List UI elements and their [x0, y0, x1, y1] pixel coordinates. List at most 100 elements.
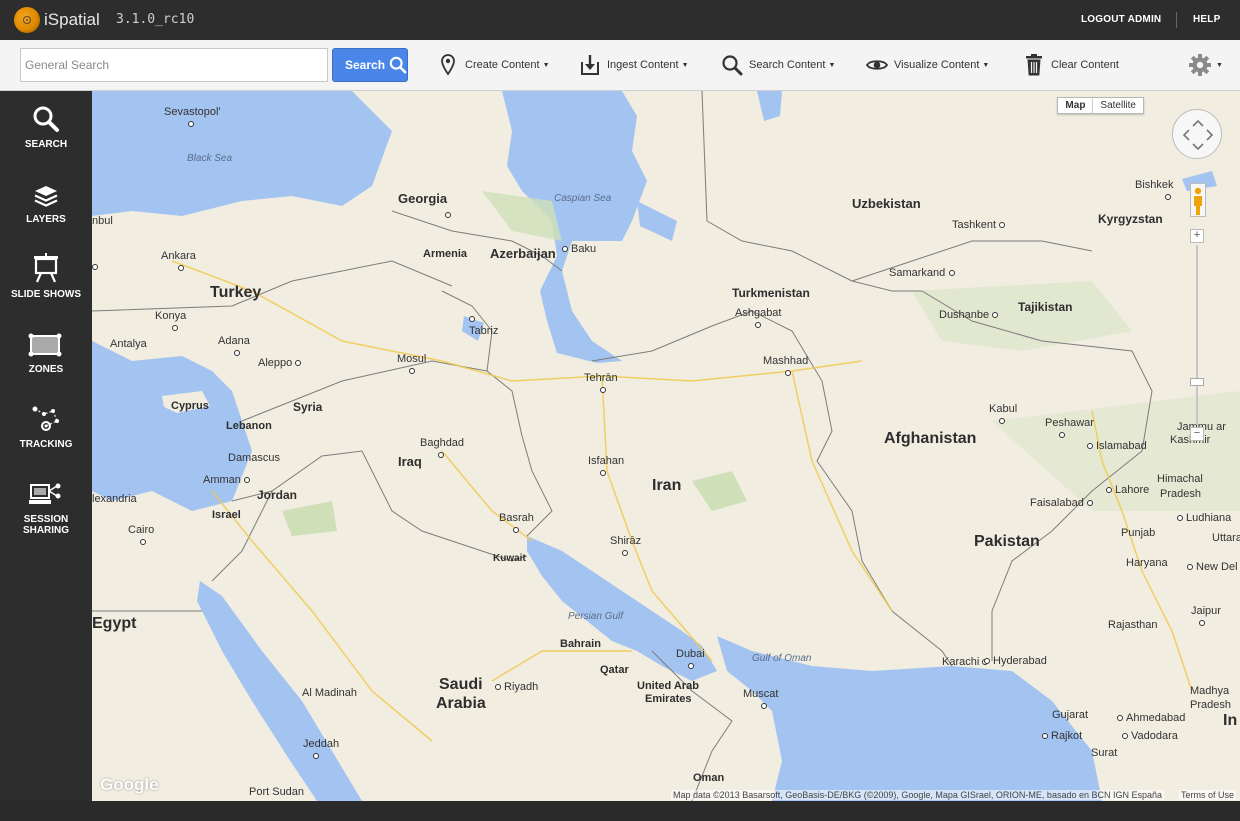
- easel-icon: [0, 253, 92, 283]
- map-label-water: Caspian Sea: [554, 193, 612, 204]
- map-label-city: Tabriz: [469, 313, 498, 337]
- map-type-satellite-button[interactable]: Satellite: [1093, 98, 1143, 113]
- map-label-city: Dubai: [676, 648, 705, 672]
- app-version: 3.1.0_rc10: [116, 12, 195, 27]
- map-label-country: Israel: [212, 509, 241, 521]
- sidebar-item-label: LAYERS: [26, 214, 66, 225]
- map-label-country: Azerbaijan: [490, 246, 556, 261]
- map-attribution: Map data ©2013 Basarsoft, GeoBasis-DE/BK…: [671, 790, 1164, 800]
- map-label-city: Port Sudan: [249, 786, 305, 798]
- clear-content-button[interactable]: Clear Content: [1022, 51, 1119, 79]
- map-label-city: Basrah: [499, 512, 534, 536]
- map-label-city: Dushanbe: [939, 309, 1001, 321]
- create-content-menu[interactable]: Create Content ▼: [436, 51, 550, 79]
- chevron-down-icon: ▼: [982, 61, 990, 69]
- map-label-city: Lahore: [1106, 484, 1149, 496]
- map-label-region: Uttara: [1212, 532, 1240, 544]
- general-search-input[interactable]: [20, 48, 328, 82]
- map-label-country: Afghanistan: [884, 430, 977, 447]
- settings-menu[interactable]: ▼: [1188, 53, 1223, 77]
- logout-link[interactable]: LOGOUT ADMIN: [1081, 14, 1161, 25]
- map-label-country: Georgia: [398, 191, 448, 206]
- chevron-down-icon: ▼: [542, 61, 550, 69]
- map-label-city: Ludhiana: [1177, 512, 1231, 524]
- map-label-dot: [92, 261, 101, 273]
- zoom-in-button[interactable]: +: [1190, 229, 1204, 243]
- sidebar-item-session-sharing[interactable]: SESSION SHARING: [0, 478, 92, 536]
- ingest-content-label: Ingest Content: [607, 59, 679, 71]
- zoom-control: + −: [1190, 229, 1204, 441]
- pan-control[interactable]: [1172, 109, 1222, 159]
- sidebar-item-layers[interactable]: LAYERS: [0, 178, 92, 225]
- map-label-country: Syria: [293, 400, 323, 414]
- map-label-city: Amman: [203, 474, 253, 486]
- help-link[interactable]: HELP: [1193, 14, 1220, 25]
- search-button[interactable]: Search: [332, 48, 408, 82]
- map-label-country: Uzbekistan: [852, 196, 921, 211]
- map-label-country: Emirates: [645, 693, 692, 705]
- terms-of-use-link[interactable]: Terms of Use: [1178, 790, 1236, 800]
- map-label-city: Hyderabad: [984, 655, 1047, 667]
- clear-content-label: Clear Content: [1051, 59, 1119, 71]
- search-button-label: Search: [345, 58, 386, 72]
- map-label-city: Ashgabat: [735, 307, 781, 331]
- map-label-city: Peshawar: [1045, 417, 1094, 441]
- ingest-content-menu[interactable]: Ingest Content ▼: [578, 51, 689, 79]
- sidebar-item-tracking[interactable]: TRACKING: [0, 403, 92, 450]
- ingest-icon: [578, 53, 602, 77]
- map-label-city: New Del: [1187, 561, 1238, 573]
- map-type-control: Map Satellite: [1057, 97, 1144, 114]
- sidebar-item-label: SLIDE SHOWS: [10, 289, 81, 300]
- map-label-city: Islamabad: [1087, 440, 1147, 452]
- map-label-region: Gujarat: [1052, 709, 1089, 721]
- map-type-map-button[interactable]: Map: [1058, 98, 1094, 113]
- layers-icon: [0, 178, 92, 208]
- map-label-city: Vadodara: [1122, 730, 1178, 742]
- map-label-city: Adana: [218, 335, 250, 359]
- session-sharing-icon: [0, 478, 92, 508]
- map-label-region: Madhya: [1190, 685, 1230, 697]
- sidebar-item-label: ZONES: [28, 364, 64, 375]
- eye-icon: [865, 53, 889, 77]
- sidebar-item-zones[interactable]: ZONES: [0, 328, 92, 375]
- map-label-city: Jaipur: [1191, 605, 1221, 629]
- zoom-slider-track[interactable]: [1190, 245, 1204, 425]
- visualize-content-menu[interactable]: Visualize Content ▼: [865, 51, 989, 79]
- pegman-icon[interactable]: [1190, 183, 1206, 217]
- map-label-country: Kyrgyzstan: [1098, 212, 1163, 226]
- sidebar-item-slide-shows[interactable]: SLIDE SHOWS: [0, 253, 92, 300]
- map-label-country: Cyprus: [171, 400, 209, 412]
- map-label-city: Antalya: [110, 338, 147, 350]
- map-canvas[interactable]: Sevastopol' Black Sea Caspian Sea Georgi…: [92, 91, 1240, 801]
- map-label-water: Gulf of Oman: [752, 653, 812, 664]
- sidebar-item-search[interactable]: SEARCH: [0, 103, 92, 150]
- zoom-slider-handle[interactable]: [1190, 378, 1204, 386]
- map-label-city: Damascus: [228, 452, 280, 464]
- map-label-country: Arabia: [436, 695, 486, 712]
- search-content-label: Search Content: [749, 59, 826, 71]
- map-pin-icon: [436, 53, 460, 77]
- map-label-country: Egypt: [92, 615, 137, 632]
- map-label-country: Pakistan: [974, 533, 1040, 550]
- trash-icon: [1022, 53, 1046, 77]
- map-label-country: Tajikistan: [1018, 300, 1073, 314]
- map-label-city: Baku: [562, 243, 596, 255]
- sidebar-item-label: TRACKING: [19, 439, 73, 450]
- map-label-country: Jordan: [257, 488, 298, 502]
- search-icon: [389, 56, 407, 74]
- tracking-icon: [0, 403, 92, 433]
- map-label-country: Turkmenistan: [732, 286, 810, 300]
- chevron-down-icon: ▼: [681, 61, 689, 69]
- map-label-region: Punjab: [1121, 527, 1156, 539]
- search-content-menu[interactable]: Search Content ▼: [720, 51, 835, 79]
- map-label-country: Armenia: [423, 248, 468, 260]
- map-label-region: Haryana: [1126, 557, 1168, 569]
- map-label-country: Iran: [652, 477, 682, 494]
- map-label-city: Shirāz: [610, 535, 641, 559]
- map-label-city: nbul: [92, 215, 113, 227]
- app-brand: iSpatial: [44, 10, 100, 29]
- zone-icon: [0, 328, 92, 358]
- zoom-out-button[interactable]: −: [1190, 427, 1204, 441]
- map-label-country: Turkey: [210, 284, 262, 301]
- map-label-country: Kuwait: [493, 553, 526, 564]
